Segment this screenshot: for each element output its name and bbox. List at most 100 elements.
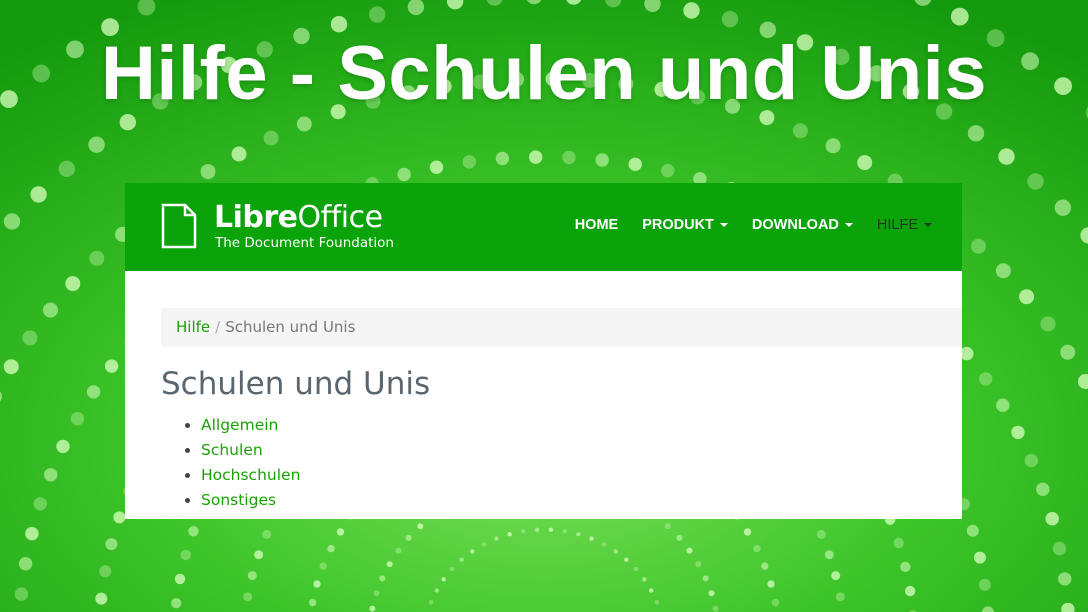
background-dot — [30, 186, 47, 203]
background-dot — [254, 550, 264, 560]
background-dot — [824, 550, 834, 560]
background-dot — [296, 116, 312, 132]
background-dot — [743, 528, 752, 536]
background-dot — [950, 7, 969, 26]
background-dot — [548, 527, 554, 532]
background-dot — [654, 600, 659, 605]
background-dot — [1052, 541, 1067, 556]
nav-item-produkt[interactable]: PRODUKT — [630, 217, 740, 233]
background-dot — [174, 573, 186, 585]
background-dot — [661, 163, 675, 178]
background-dot — [336, 528, 345, 536]
background-dot — [1060, 344, 1076, 360]
background-dot — [589, 536, 594, 541]
list-item: Allgemein — [201, 413, 300, 438]
background-dot — [88, 136, 105, 153]
document-page-icon — [161, 203, 197, 249]
background-dot — [441, 577, 446, 582]
background-dot — [816, 529, 826, 539]
nav-item-download[interactable]: DOWNLOAD — [740, 217, 865, 233]
list-item: Hochschulen — [201, 463, 300, 488]
background-dot — [624, 557, 629, 562]
background-dot — [753, 544, 761, 553]
background-dot — [521, 529, 526, 534]
nav-item-hilfe[interactable]: HILFE — [865, 217, 944, 233]
background-dot — [683, 2, 700, 19]
background-dot — [86, 385, 101, 399]
background-dot — [998, 148, 1015, 165]
background-dot — [105, 538, 118, 551]
libreoffice-logo[interactable]: LibreOffice The Document Foundation — [161, 200, 401, 253]
nav-item-home[interactable]: HOME — [563, 217, 631, 233]
background-dot — [721, 10, 739, 28]
link-allgemein[interactable]: Allgemein — [201, 416, 278, 434]
background-dot — [89, 250, 105, 266]
background-dot — [995, 263, 1011, 279]
background-dot — [18, 557, 33, 571]
background-dot — [628, 157, 642, 171]
background-dot — [494, 536, 499, 541]
background-dot — [767, 580, 775, 588]
background-dot — [171, 598, 182, 609]
background-dot — [857, 155, 873, 171]
background-dot — [22, 330, 38, 346]
background-dot — [973, 551, 986, 564]
background-dot — [395, 547, 402, 554]
background-dot — [1058, 572, 1072, 586]
slide-headline: Hilfe - Schulen und Unis — [100, 31, 988, 116]
background-dot — [1027, 173, 1044, 190]
background-dot — [835, 592, 845, 602]
background-dot — [642, 577, 647, 582]
background-dot — [792, 123, 808, 139]
topic-link-list: Allgemein Schulen Hochschulen Sonstiges — [183, 413, 300, 513]
nav-item-hilfe-label: HILFE — [876, 217, 918, 233]
background-dot — [702, 575, 709, 582]
background-dot — [188, 526, 199, 537]
breadcrumb-separator: / — [215, 318, 221, 336]
background-dot — [1011, 425, 1025, 440]
background-dot — [405, 534, 412, 541]
background-dot — [327, 544, 335, 553]
background-dot — [967, 125, 985, 142]
background-dot — [966, 524, 979, 537]
background-dot — [379, 575, 386, 582]
background-dot — [429, 600, 434, 605]
background-dot — [470, 549, 475, 554]
link-hochschulen[interactable]: Hochschulen — [201, 466, 300, 484]
background-dot — [481, 542, 487, 547]
nav-item-produkt-label: PRODUKT — [642, 217, 714, 233]
background-dot — [95, 592, 108, 605]
background-dot — [900, 561, 911, 572]
caret-down-icon — [924, 223, 932, 228]
background-dot — [601, 542, 607, 547]
background-dot — [562, 150, 576, 165]
background-dot — [971, 238, 986, 254]
background-dot — [180, 549, 191, 561]
link-schulen[interactable]: Schulen — [201, 441, 263, 459]
background-dot — [1036, 482, 1050, 496]
background-dot — [708, 590, 715, 597]
nav-item-home-label: HOME — [574, 217, 619, 233]
website-screenshot: LibreOffice The Document Foundation HOME… — [125, 183, 962, 519]
background-dot — [99, 565, 112, 578]
background-dot — [397, 167, 411, 182]
background-dot — [25, 526, 39, 541]
link-sonstiges[interactable]: Sonstiges — [201, 491, 276, 509]
breadcrumb-current: Schulen und Unis — [225, 318, 356, 336]
background-dot — [313, 580, 321, 588]
background-dot — [979, 372, 993, 386]
main-menu: HOME PRODUKT DOWNLOAD HILFE — [563, 214, 944, 236]
background-dot — [369, 6, 386, 23]
background-dot — [459, 557, 464, 562]
background-dot — [495, 151, 510, 166]
breadcrumb-link-hilfe[interactable]: Hilfe — [176, 318, 210, 336]
background-dot — [369, 605, 376, 612]
background-dot — [33, 497, 47, 511]
background-dot — [576, 532, 581, 537]
background-dot — [65, 276, 81, 292]
background-dot — [231, 146, 247, 162]
background-dot — [14, 587, 29, 601]
logo-name-bold: Libre — [214, 200, 298, 235]
background-dot — [113, 511, 126, 524]
background-dot — [1040, 316, 1056, 332]
